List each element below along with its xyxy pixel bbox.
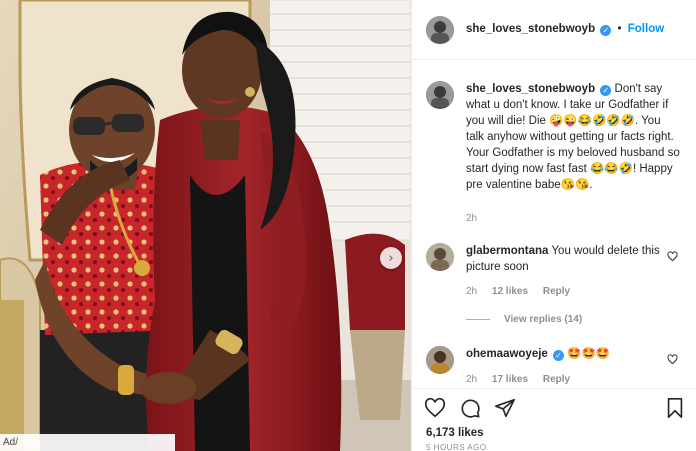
comments-list[interactable]: she_loves_stonebwoyb ✓ Don't say what u … <box>412 61 696 387</box>
verified-badge-icon: ✓ <box>600 25 612 36</box>
chevron-right-icon: › <box>388 250 394 266</box>
heart-outline-icon[interactable] <box>667 251 678 262</box>
comment-username[interactable]: glabermontana <box>466 245 548 257</box>
photo-illustration <box>0 0 411 451</box>
comment-body: Don't say what u don't know. I take ur G… <box>466 83 680 191</box>
comment-username[interactable]: ohemaawoyeje <box>466 348 548 360</box>
carousel-next-button[interactable]: › <box>380 247 402 269</box>
post-age: 5 HOURS AGO <box>426 443 487 451</box>
comment-time[interactable]: 2h <box>466 374 477 385</box>
heart-outline-icon[interactable] <box>424 397 446 419</box>
view-replies-label: View replies (14) <box>504 314 583 325</box>
photo-overlay-caption: Ad/ <box>0 434 175 451</box>
comment-likes[interactable]: 12 likes <box>492 286 528 297</box>
comment-text: ohemaawoyeje ✓ 🤩🤩🤩 <box>466 346 680 362</box>
comment-likes[interactable]: 17 likes <box>492 374 528 385</box>
header-line: she_loves_stonebwoyb ✓ • Follow <box>466 23 664 36</box>
comment-meta: 2h 12 likes Reply <box>466 286 582 297</box>
comment-text: she_loves_stonebwoyb ✓ Don't say what u … <box>466 81 680 193</box>
post-photo[interactable]: › Ad/ <box>0 0 411 451</box>
post-header: she_loves_stonebwoyb ✓ • Follow <box>412 0 696 60</box>
avatar-image <box>426 243 454 271</box>
bookmark-icon[interactable] <box>664 397 686 419</box>
comment-time[interactable]: 2h <box>466 213 477 224</box>
paper-plane-icon[interactable] <box>494 397 516 419</box>
avatar[interactable] <box>426 243 454 271</box>
header-username[interactable]: she_loves_stonebwoyb <box>466 23 595 35</box>
avatar-image <box>426 346 454 374</box>
replies-divider <box>466 318 490 320</box>
avatar[interactable] <box>426 81 454 109</box>
view-replies-button[interactable]: View replies (14) <box>466 314 582 325</box>
follow-button[interactable]: Follow <box>628 23 664 35</box>
comment-meta: 2h <box>466 213 489 224</box>
avatar[interactable] <box>426 16 454 44</box>
avatar[interactable] <box>426 346 454 374</box>
comment-text: glabermontana You would delete this pict… <box>466 243 680 275</box>
avatar-image <box>426 16 454 44</box>
comment-body: 🤩🤩🤩 <box>567 348 611 360</box>
post-side-panel: she_loves_stonebwoyb ✓ • Follow she_love… <box>411 0 696 451</box>
reply-button[interactable]: Reply <box>543 286 570 297</box>
post-actions: 6,173 likes 5 HOURS AGO <box>412 388 696 451</box>
heart-outline-icon[interactable] <box>667 354 678 365</box>
comment-meta: 2h 17 likes Reply <box>466 374 582 385</box>
reply-button[interactable]: Reply <box>543 374 570 385</box>
likes-count[interactable]: 6,173 likes <box>426 427 484 439</box>
comment-bubble-icon[interactable] <box>459 397 481 419</box>
header-separator: • <box>617 23 622 35</box>
avatar-image <box>426 81 454 109</box>
comment-time[interactable]: 2h <box>466 286 477 297</box>
comment-username[interactable]: she_loves_stonebwoyb <box>466 83 595 95</box>
verified-badge-icon: ✓ <box>600 85 612 96</box>
verified-badge-icon: ✓ <box>553 350 565 361</box>
